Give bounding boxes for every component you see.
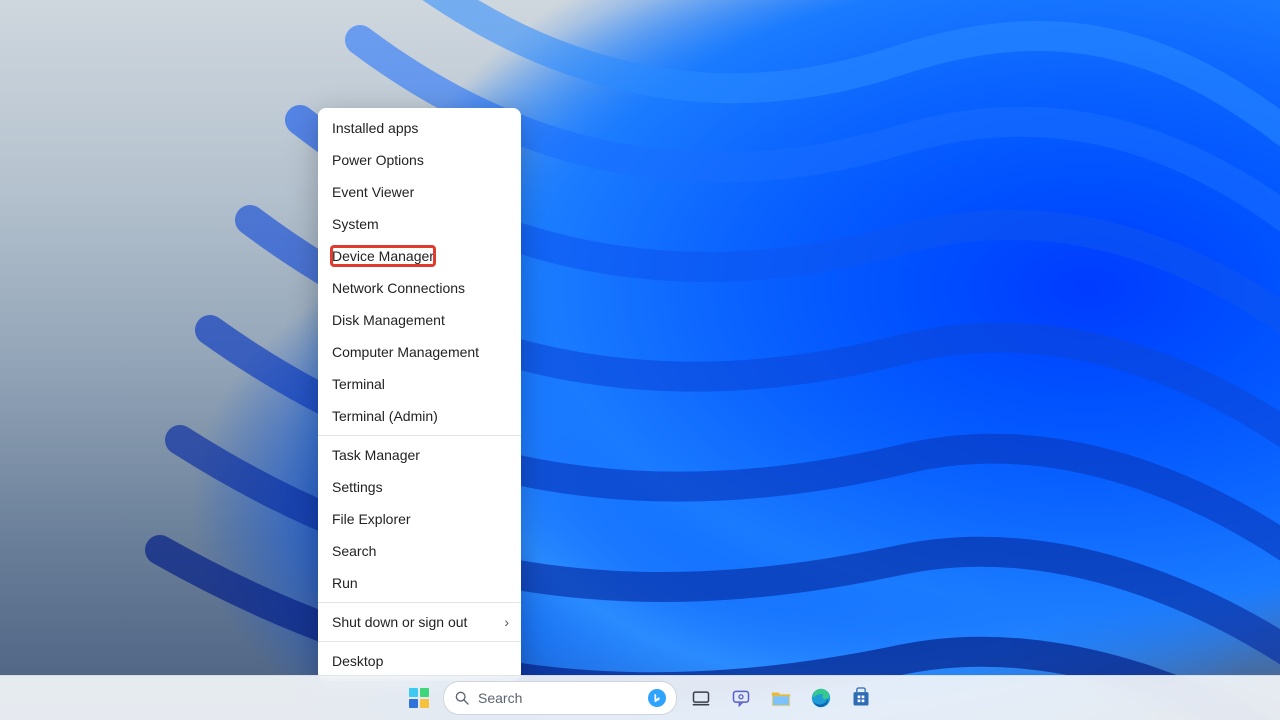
menu-item-desktop[interactable]: Desktop	[318, 645, 521, 677]
taskbar-search[interactable]: Search	[443, 681, 677, 715]
bing-icon	[648, 689, 666, 707]
menu-item-label: Task Manager	[332, 447, 420, 463]
menu-item-label: System	[332, 216, 379, 232]
task-view-button[interactable]	[685, 682, 717, 714]
menu-item-network-connections[interactable]: Network Connections	[318, 272, 521, 304]
chat-icon	[731, 688, 751, 708]
menu-item-label: Desktop	[332, 653, 383, 669]
edge-icon	[810, 687, 832, 709]
menu-item-label: Installed apps	[332, 120, 418, 136]
menu-item-label: Settings	[332, 479, 383, 495]
menu-item-label: Network Connections	[332, 280, 465, 296]
menu-separator	[318, 435, 521, 436]
edge-button[interactable]	[805, 682, 837, 714]
menu-separator	[318, 641, 521, 642]
menu-item-file-explorer[interactable]: File Explorer	[318, 503, 521, 535]
menu-item-label: Search	[332, 543, 376, 559]
file-explorer-button[interactable]	[765, 682, 797, 714]
menu-item-label: File Explorer	[332, 511, 411, 527]
menu-item-label: Disk Management	[332, 312, 445, 328]
menu-item-task-manager[interactable]: Task Manager	[318, 439, 521, 471]
desktop-wallpaper	[0, 0, 1280, 720]
menu-item-installed-apps[interactable]: Installed apps	[318, 112, 521, 144]
menu-item-label-highlighted: Device Manager	[332, 247, 434, 265]
menu-item-run[interactable]: Run	[318, 567, 521, 599]
menu-item-label: Computer Management	[332, 344, 479, 360]
menu-item-system[interactable]: System	[318, 208, 521, 240]
menu-item-label: Shut down or sign out	[332, 614, 467, 630]
file-explorer-icon	[770, 688, 792, 708]
menu-item-shut-down-or-sign-out[interactable]: Shut down or sign out	[318, 606, 521, 638]
menu-item-search[interactable]: Search	[318, 535, 521, 567]
taskbar: Search	[0, 675, 1280, 720]
store-button[interactable]	[845, 682, 877, 714]
chat-button[interactable]	[725, 682, 757, 714]
menu-item-computer-management[interactable]: Computer Management	[318, 336, 521, 368]
menu-item-label: Terminal	[332, 376, 385, 392]
menu-item-settings[interactable]: Settings	[318, 471, 521, 503]
start-icon	[409, 688, 429, 708]
menu-item-power-options[interactable]: Power Options	[318, 144, 521, 176]
search-icon	[454, 690, 470, 706]
menu-item-label: Power Options	[332, 152, 424, 168]
menu-item-disk-management[interactable]: Disk Management	[318, 304, 521, 336]
menu-item-label: Run	[332, 575, 358, 591]
menu-item-terminal-admin[interactable]: Terminal (Admin)	[318, 400, 521, 432]
start-button[interactable]	[403, 682, 435, 714]
search-placeholder: Search	[478, 690, 648, 706]
menu-item-label: Terminal (Admin)	[332, 408, 438, 424]
menu-item-label: Event Viewer	[332, 184, 414, 200]
task-view-icon	[691, 688, 711, 708]
store-icon	[851, 687, 871, 709]
menu-item-terminal[interactable]: Terminal	[318, 368, 521, 400]
menu-separator	[318, 602, 521, 603]
winx-context-menu: Installed apps Power Options Event Viewer S…	[318, 108, 521, 681]
menu-item-event-viewer[interactable]: Event Viewer	[318, 176, 521, 208]
menu-item-device-manager[interactable]: Device Manager	[318, 240, 521, 272]
